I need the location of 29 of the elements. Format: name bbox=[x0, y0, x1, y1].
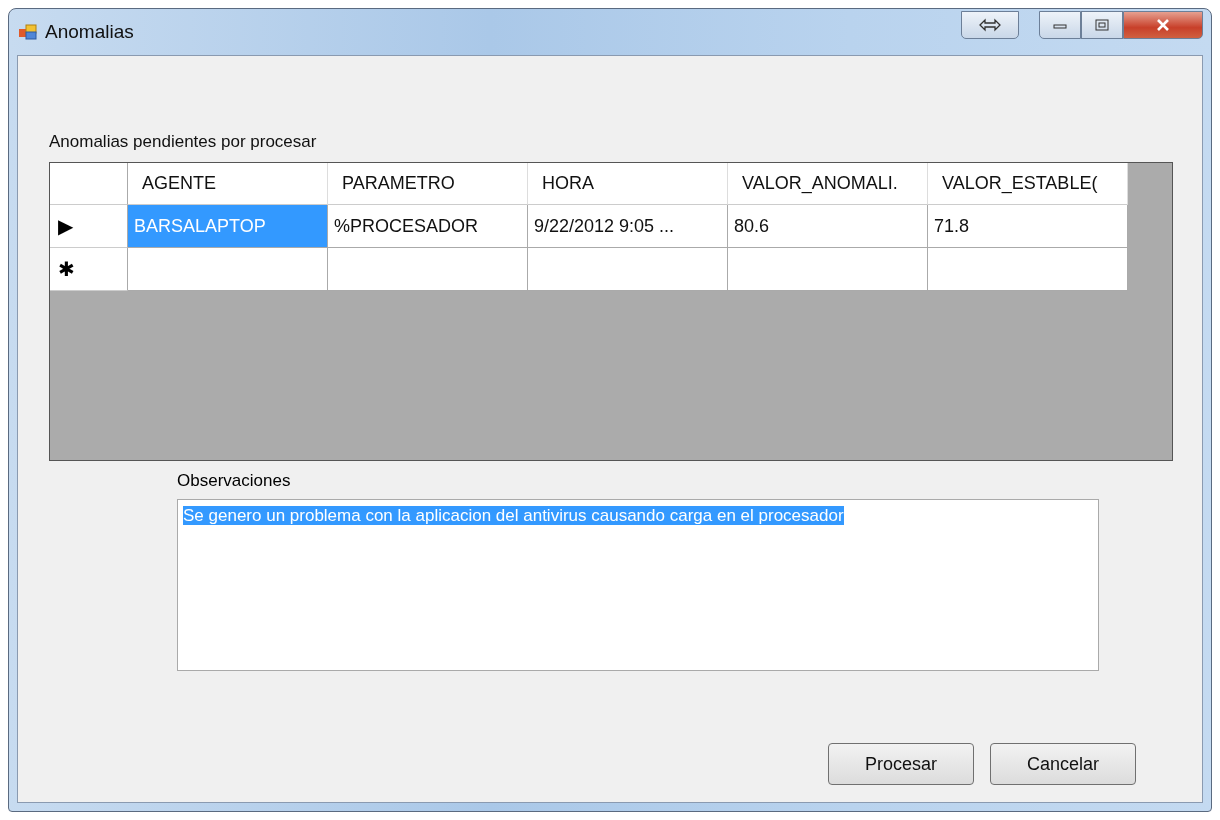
column-header[interactable]: HORA bbox=[528, 163, 728, 205]
column-header[interactable]: VALOR_ANOMALI. bbox=[728, 163, 928, 205]
double-arrow-icon bbox=[978, 18, 1002, 32]
table-cell[interactable]: %PROCESADOR bbox=[328, 205, 528, 248]
table-cell[interactable]: 71.8 bbox=[928, 205, 1128, 248]
table-cell[interactable] bbox=[928, 248, 1128, 291]
grid-label: Anomalias pendientes por procesar bbox=[49, 132, 318, 152]
maximize-button[interactable] bbox=[1081, 11, 1123, 39]
column-header[interactable]: VALOR_ESTABLE( bbox=[928, 163, 1128, 205]
observations-label: Observaciones bbox=[177, 471, 292, 491]
table-cell[interactable] bbox=[528, 248, 728, 291]
table-cell[interactable] bbox=[328, 248, 528, 291]
minimize-button[interactable] bbox=[1039, 11, 1081, 39]
row-header[interactable]: ✱ bbox=[50, 248, 128, 291]
maximize-icon bbox=[1095, 19, 1109, 31]
column-header[interactable]: PARAMETRO bbox=[328, 163, 528, 205]
row-header[interactable]: ▶ bbox=[50, 205, 128, 248]
resize-button[interactable] bbox=[961, 11, 1019, 39]
table-cell[interactable] bbox=[128, 248, 328, 291]
close-icon bbox=[1155, 19, 1171, 31]
table-cell[interactable]: 80.6 bbox=[728, 205, 928, 248]
dialog-button[interactable]: Procesar bbox=[828, 743, 974, 785]
close-button[interactable] bbox=[1123, 11, 1203, 39]
table-cell[interactable] bbox=[728, 248, 928, 291]
app-icon bbox=[19, 24, 37, 40]
column-header[interactable]: AGENTE bbox=[128, 163, 328, 205]
table-cell[interactable]: 9/22/2012 9:05 ... bbox=[528, 205, 728, 248]
dialog-button[interactable]: Cancelar bbox=[990, 743, 1136, 785]
window-title: Anomalias bbox=[45, 21, 134, 43]
